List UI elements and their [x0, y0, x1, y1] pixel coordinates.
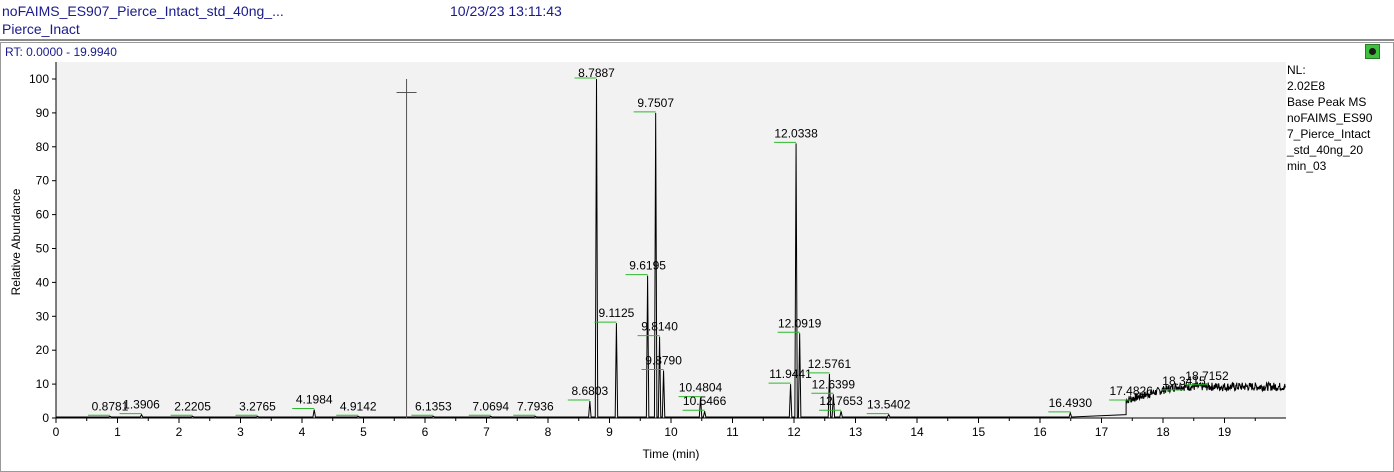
x-tick-label: 7 [483, 425, 490, 439]
peak-label: 13.5402 [867, 398, 911, 412]
x-axis-title: Time (min) [643, 447, 700, 461]
y-axis: 0 10 20 30 40 50 60 70 80 90 100 [29, 62, 57, 425]
peak-label: 3.2765 [239, 399, 276, 413]
y-tick-label: 80 [36, 140, 50, 154]
peak-label: 12.0919 [778, 316, 822, 330]
peak-label: 7.7936 [517, 399, 554, 413]
peak-label: 9.7507 [637, 96, 674, 110]
x-tick-label: 4 [299, 425, 306, 439]
peak-label: 9.8140 [641, 320, 678, 334]
y-tick-label: 100 [29, 72, 49, 86]
x-tick-label: 17 [1095, 425, 1109, 439]
x-tick-label: 16 [1033, 425, 1047, 439]
x-tick-label: 0 [53, 425, 60, 439]
y-tick-label: 0 [42, 411, 49, 425]
x-tick-label: 9 [606, 425, 613, 439]
x-tick-label: 8 [545, 425, 552, 439]
y-tick-label: 10 [36, 377, 50, 391]
x-tick-label: 19 [1218, 425, 1232, 439]
y-tick-label: 40 [36, 275, 50, 289]
y-tick-label: 50 [36, 242, 50, 256]
peak-label: 10.5466 [683, 394, 727, 408]
peak-label: 9.8790 [645, 354, 682, 368]
x-tick-label: 12 [787, 425, 801, 439]
y-tick-label: 60 [36, 208, 50, 222]
peak-label: 8.7887 [578, 66, 615, 80]
chromatogram-chart[interactable]: 0102030405060708090100 0 1 2 3 4 5 6 7 8 9 10 11 12 1… [0, 0, 1394, 472]
peak-label: 8.6803 [571, 384, 608, 398]
peak-label: 16.4930 [1049, 396, 1093, 410]
peak-label: 17.4826 [1109, 384, 1153, 398]
peak-label: 4.9142 [340, 399, 377, 413]
x-tick-label: 11 [726, 425, 739, 439]
peak-label: 18.7152 [1185, 369, 1229, 383]
peak-label: 9.6195 [629, 259, 666, 273]
peak-label: 12.7653 [819, 394, 863, 408]
peak-label: 12.6399 [812, 377, 856, 391]
x-tick-label: 3 [237, 425, 244, 439]
y-axis-title: Relative Abundance [9, 188, 23, 295]
x-axis: 0 1 2 3 4 5 6 7 8 9 10 11 12 13 14 15 16 17 18 19 [53, 417, 1286, 439]
y-tick-label: 70 [36, 174, 50, 188]
x-tick-label: 1 [114, 425, 121, 439]
y-tick-label: 90 [36, 106, 50, 120]
peak-label: 6.1353 [415, 399, 452, 413]
y-tick-label: 30 [36, 309, 50, 323]
x-tick-label: 18 [1156, 425, 1170, 439]
peak-label: 4.1984 [296, 393, 333, 407]
x-tick-label: 10 [664, 425, 678, 439]
x-tick-label: 15 [972, 425, 986, 439]
x-tick-label: 6 [422, 425, 429, 439]
peak-label: 1.3906 [123, 398, 160, 412]
y-tick-label: 20 [36, 343, 50, 357]
x-tick-label: 14 [910, 425, 924, 439]
peak-label: 7.0694 [472, 399, 509, 413]
x-tick-label: 13 [849, 425, 863, 439]
peak-label: 12.5761 [808, 357, 852, 371]
x-tick-label: 2 [176, 425, 183, 439]
peak-label: 9.1125 [599, 306, 635, 320]
peak-label: 11.9441 [769, 367, 812, 381]
peak-label: 2.2205 [174, 399, 211, 413]
peak-label: 12.0338 [774, 126, 818, 140]
x-tick-label: 5 [360, 425, 367, 439]
peak-label: 10.4804 [679, 381, 723, 395]
